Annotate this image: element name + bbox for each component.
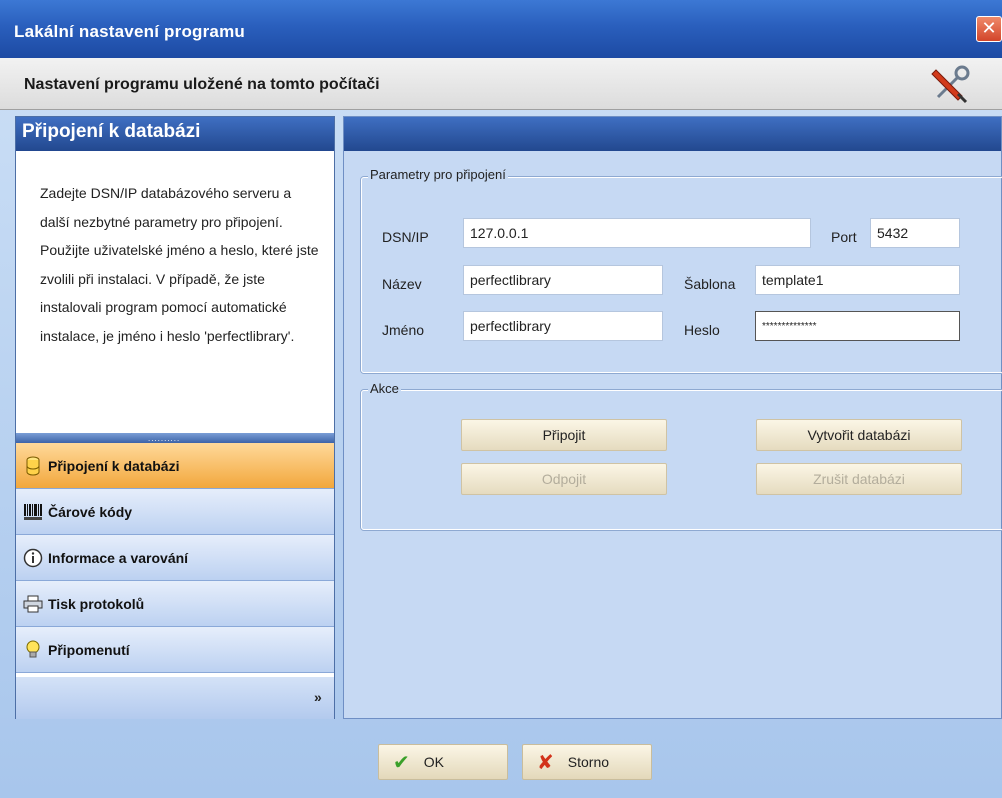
user-input[interactable] [463,311,663,341]
close-icon: ✕ [981,18,997,38]
cross-icon: ✘ [537,751,554,774]
nav-item-label: Čárové kódy [48,503,133,520]
cancel-button[interactable]: ✘ Storno [522,744,652,780]
checkmark-icon: ✔ [393,751,410,774]
port-input[interactable] [870,218,960,248]
title-bar[interactable]: Lakální nastavení programu ✕ [0,0,1002,58]
panel-splitter[interactable]: .......... [16,433,334,443]
nav-item-print[interactable]: Tisk protokolů [16,581,334,627]
name-input[interactable] [463,265,663,295]
window-title: Lakální nastavení programu [14,22,245,41]
printer-icon [22,593,44,615]
user-label: Jméno [382,322,425,338]
ok-button[interactable]: ✔ OK [378,744,508,780]
nav-item-label: Připomenutí [48,641,130,658]
barcode-icon [22,501,44,523]
dsn-input[interactable] [463,218,811,248]
chevron-more-icon[interactable]: » [314,689,322,705]
header-strip: Nastavení programu uložené na tomto počí… [0,58,1002,110]
nav-item-database[interactable]: Připojení k databázi [16,443,334,489]
template-input[interactable] [755,265,960,295]
nav-item-label: Informace a varování [48,549,189,566]
right-panel-header [344,117,1001,151]
tools-icon [931,65,970,104]
close-button[interactable]: ✕ [976,16,1002,42]
actions-group-label: Akce [368,381,401,396]
left-panel-title: Připojení k databázi [16,117,334,151]
port-label: Port [831,229,857,245]
description-text: Zadejte DSN/IP databázového serveru a da… [16,151,334,433]
drop-database-button[interactable]: Zrušit databázi [756,463,962,495]
connect-button[interactable]: Připojit [461,419,667,451]
settings-window: Lakální nastavení programu ✕ Nastavení p… [0,0,1002,798]
database-icon [22,455,44,477]
ok-label: OK [423,754,444,770]
password-input[interactable] [755,311,960,341]
create-database-button[interactable]: Vytvořit databázi [756,419,962,451]
name-label: Název [382,276,422,292]
nav-item-barcodes[interactable]: Čárové kódy [16,489,334,535]
lightbulb-icon [22,639,44,661]
left-panel: Připojení k databázi Zadejte DSN/IP data… [15,116,335,719]
password-label: Heslo [684,322,720,338]
actions-group [361,390,1002,530]
template-label: Šablona [684,276,736,292]
nav-overflow: » [16,677,334,719]
header-text: Nastavení programu uložené na tomto počí… [24,76,380,93]
right-panel: Parametry pro připojení DSN/IP Port Náze… [343,116,1002,719]
nav-item-info[interactable]: Informace a varování [16,535,334,581]
cancel-label: Storno [567,754,610,770]
splitter-grip: .......... [148,434,181,443]
nav-item-label: Tisk protokolů [48,595,145,612]
disconnect-button[interactable]: Odpojit [461,463,667,495]
connection-group-label: Parametry pro připojení [368,167,508,182]
nav-item-reminder[interactable]: Připomenutí [16,627,334,673]
dsn-label: DSN/IP [382,229,429,245]
nav-item-label: Připojení k databázi [48,457,180,474]
info-icon [22,547,44,569]
